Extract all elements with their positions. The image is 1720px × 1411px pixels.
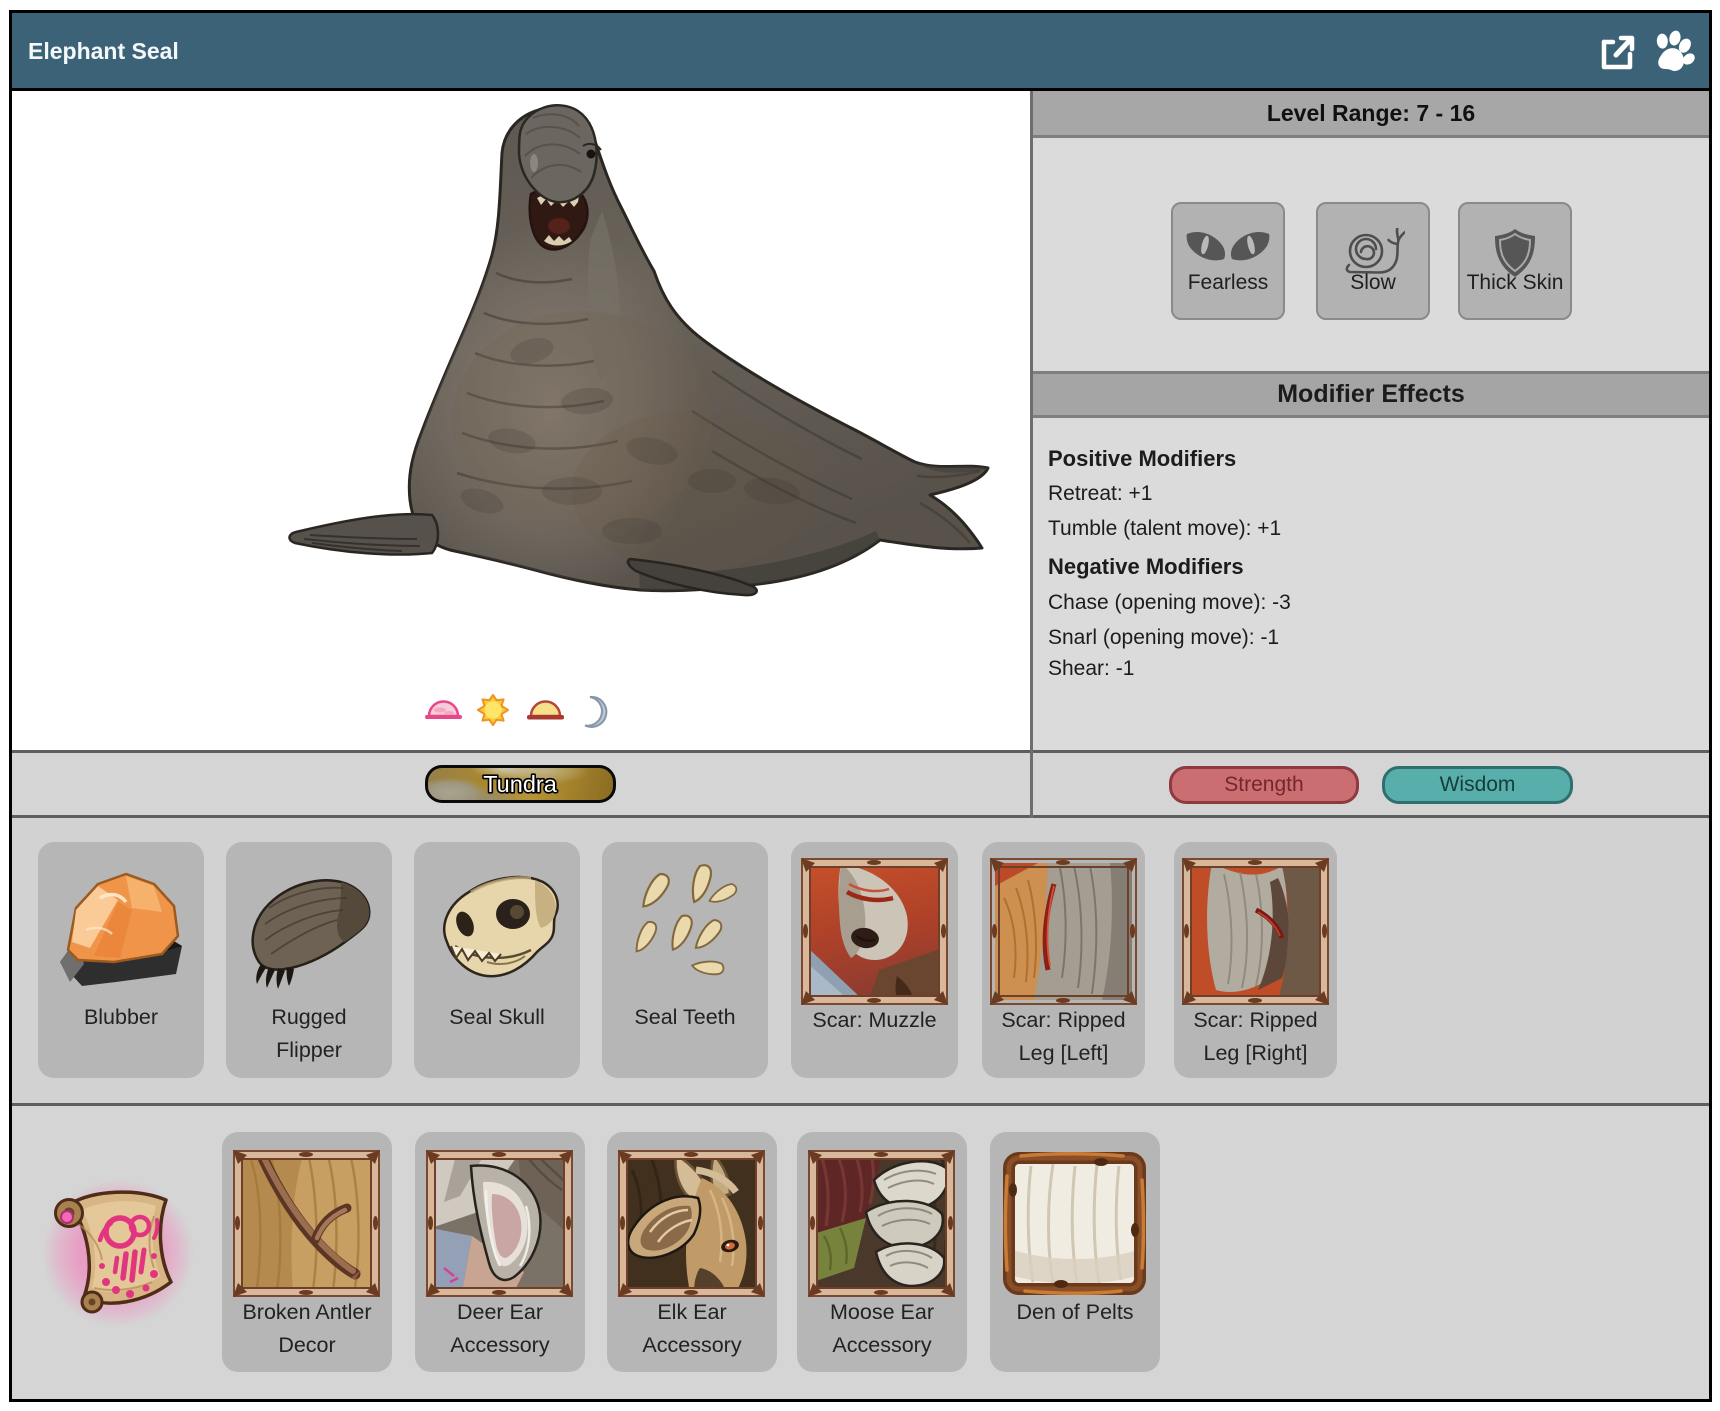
- svg-text:Tundra: Tundra: [483, 771, 558, 797]
